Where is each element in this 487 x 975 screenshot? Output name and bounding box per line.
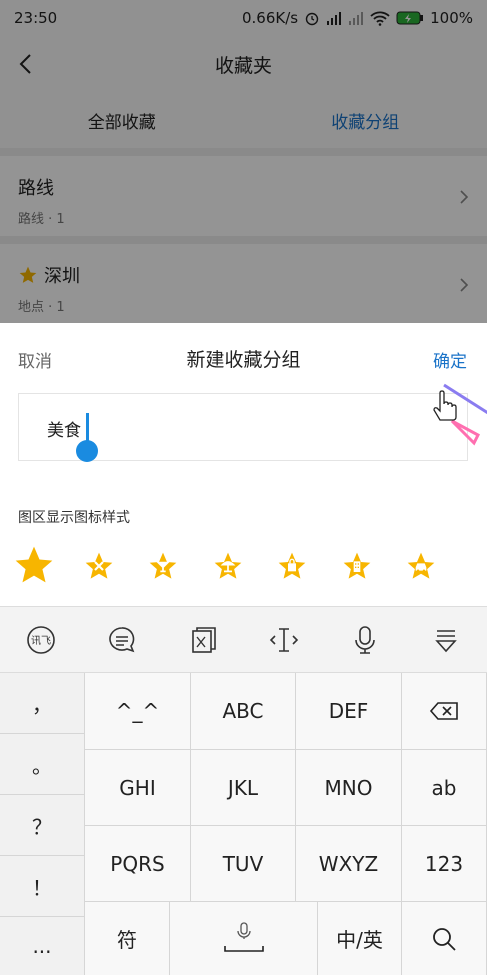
confirm-button[interactable]: 确定 <box>433 347 467 372</box>
modal-overlay[interactable] <box>0 0 487 323</box>
space-mic-icon <box>223 921 264 952</box>
key-ghi[interactable]: GHI <box>85 750 191 826</box>
cocktail-icon[interactable] <box>147 550 179 582</box>
shopping-bag-icon[interactable] <box>276 550 308 582</box>
hand-pointer-icon <box>433 383 487 446</box>
icon-style-label: 图区显示图标样式 <box>18 510 130 526</box>
space-key[interactable] <box>170 902 318 975</box>
key-period[interactable]: 。 <box>0 734 85 795</box>
key-jkl[interactable]: JKL <box>191 750 296 826</box>
key-comma[interactable]: ， <box>0 673 85 734</box>
keyboard-toolbar: 讯飞 <box>0 607 487 673</box>
group-name-value: 美食 <box>47 421 81 441</box>
voice-input-icon[interactable]: 讯飞 <box>24 623 58 657</box>
key-emoticon[interactable]: ^_^ <box>85 673 191 750</box>
chat-icon[interactable] <box>105 623 139 657</box>
key-pqrs[interactable]: PQRS <box>85 826 191 902</box>
star-icon[interactable] <box>12 543 56 587</box>
key-symbols[interactable]: 符 <box>85 902 170 975</box>
key-mno[interactable]: MNO <box>296 750 402 826</box>
hide-keyboard-icon[interactable] <box>429 623 463 657</box>
sheet-title: 新建收藏分组 <box>186 348 301 371</box>
clipboard-icon[interactable] <box>186 623 220 657</box>
sheet-header: 取消 新建收藏分组 确定 <box>0 323 487 393</box>
backspace-key[interactable] <box>402 673 487 750</box>
search-icon <box>433 927 456 951</box>
key-ellipsis[interactable]: ... <box>0 917 85 975</box>
backspace-icon <box>429 702 458 720</box>
icon-style-row <box>0 541 487 591</box>
key-def[interactable]: DEF <box>296 673 402 750</box>
key-exclamation[interactable]: ！ <box>0 856 85 917</box>
text-caret <box>86 413 89 441</box>
key-tuv[interactable]: TUV <box>191 826 296 902</box>
key-wxyz[interactable]: WXYZ <box>296 826 402 902</box>
microphone-icon[interactable] <box>348 623 382 657</box>
key-abc[interactable]: ABC <box>191 673 296 750</box>
search-key[interactable] <box>402 902 487 975</box>
caret-handle[interactable] <box>76 440 98 462</box>
cancel-button[interactable]: 取消 <box>18 347 52 372</box>
cursor-move-icon[interactable] <box>267 623 301 657</box>
key-numbers[interactable]: 123 <box>402 826 487 902</box>
key-question[interactable]: ？ <box>0 795 85 856</box>
food-icon[interactable] <box>83 550 115 582</box>
car-icon[interactable] <box>405 550 437 582</box>
keyboard: 讯飞 ， 。 ？ ！ ... ^_^ ABC DEF GHI JKL MNO a… <box>0 606 487 975</box>
svg-text:讯飞: 讯飞 <box>31 635 51 647</box>
new-group-sheet: 取消 新建收藏分组 确定 美食 图区显示图标样式 <box>0 323 487 606</box>
beach-icon[interactable] <box>212 550 244 582</box>
keypad: ， 。 ？ ！ ... ^_^ ABC DEF GHI JKL MNO ab P… <box>0 673 487 975</box>
building-icon[interactable] <box>341 550 373 582</box>
key-language-switch[interactable]: 中/英 <box>318 902 402 975</box>
key-lowercase-toggle[interactable]: ab <box>402 750 487 826</box>
